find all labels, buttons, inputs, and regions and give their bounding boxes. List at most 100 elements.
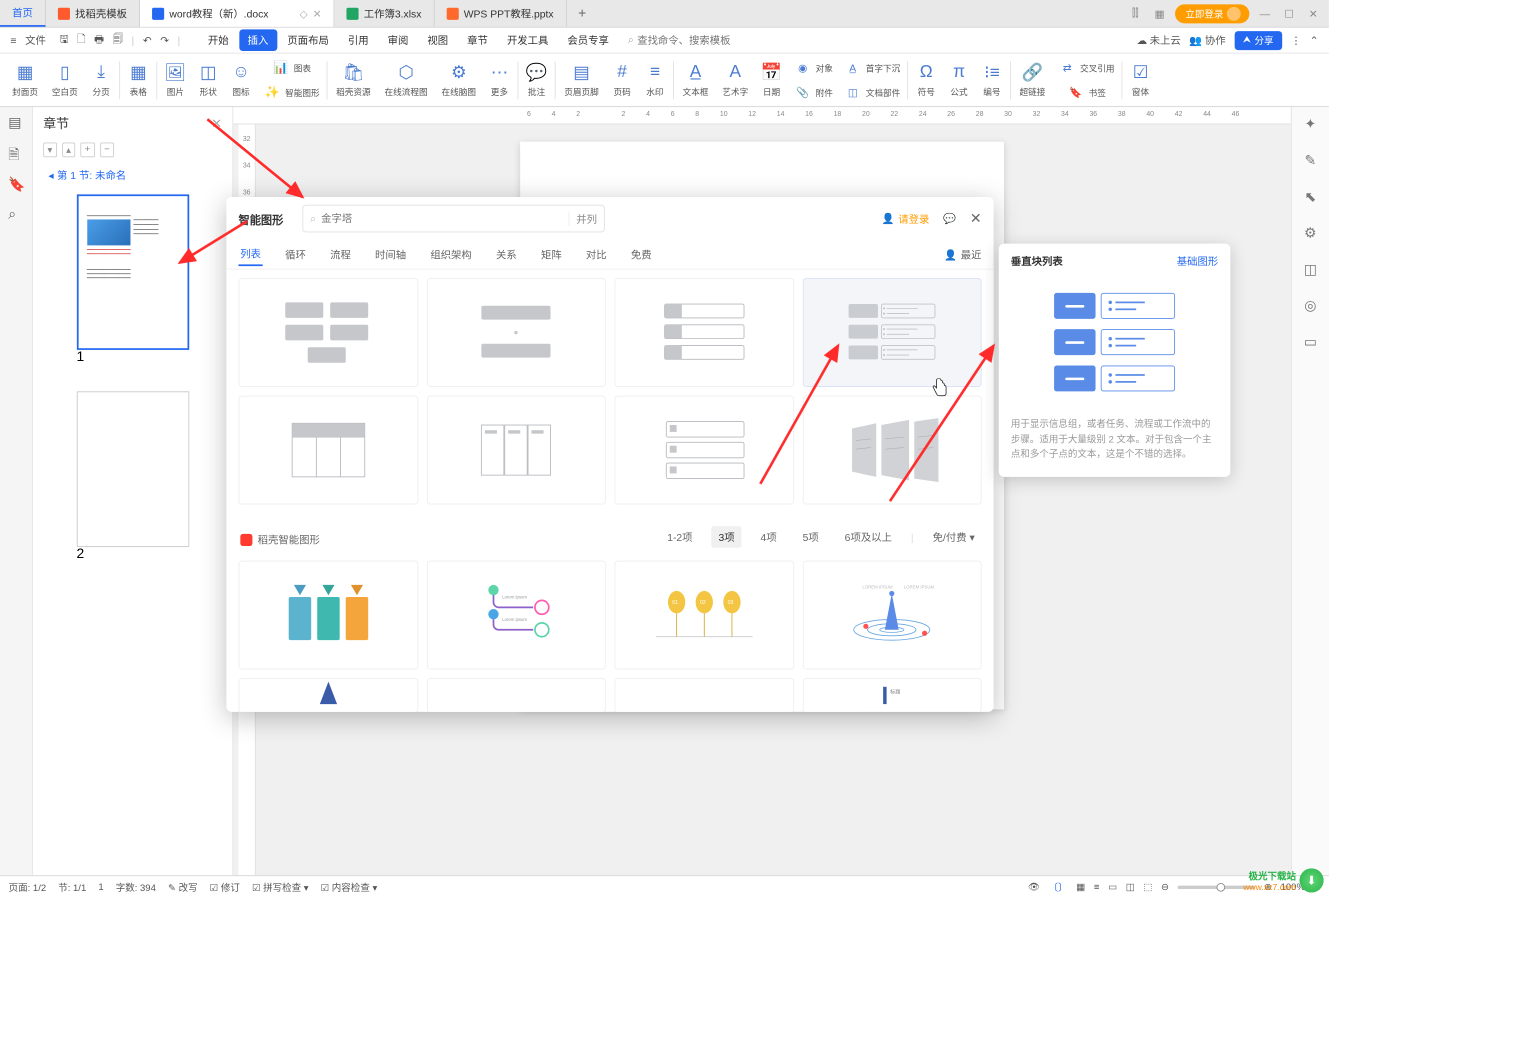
dialog-search[interactable]: ⌕ 并列 [302,205,604,233]
tab-word-doc[interactable]: word教程（新）.docx ◇ ✕ [140,0,334,27]
ribbon-flowchart[interactable]: ⬡在线流程图 [378,56,435,104]
dlgtab-matrix[interactable]: 矩阵 [539,244,563,266]
docer-card-5[interactable] [238,678,417,712]
ribbon-numbering[interactable]: ⁝≡编号 [975,56,1008,104]
menu-file[interactable]: 文件 [22,31,50,49]
ql-save-icon[interactable]: 🖫 [56,29,72,51]
chapter-tool-collapse[interactable]: ▾ [43,143,56,158]
layout-icon[interactable]: ⫿⫿ [1127,5,1144,22]
ribbon-object[interactable]: ◉对象 [788,57,838,79]
tab-close-icon[interactable]: ✕ [313,7,322,19]
share-button[interactable]: ⮝分享 [1234,31,1282,50]
menu-tab-pagelayout[interactable]: 页面布局 [279,29,338,51]
ribbon-pagebreak[interactable]: ⤓分页 [85,56,118,104]
rightrail-location-icon[interactable]: ◎ [1304,297,1316,314]
filter-6plus[interactable]: 6项及以上 [838,526,899,548]
shape-card-3[interactable] [614,278,793,387]
rightrail-pen-icon[interactable]: ✎ [1304,152,1316,169]
menu-tab-chapter[interactable]: 章节 [459,29,497,51]
menu-collapse-icon[interactable]: ⌃ [1310,34,1319,46]
shape-card-1[interactable] [238,278,417,387]
filter-3[interactable]: 3项 [711,526,741,548]
dialog-close-icon[interactable]: ✕ [970,210,982,227]
leftrail-bookmark-icon[interactable]: 🔖 [8,176,24,192]
dialog-chat-icon[interactable]: 💬 [943,213,956,225]
ribbon-attach[interactable]: 📎附件 [788,81,838,103]
status-revision[interactable]: ☑ 修订 [210,880,240,894]
ribbon-quickpart[interactable]: ◫文档部件 [838,81,905,103]
rightrail-layers-icon[interactable]: ◫ [1304,261,1317,278]
status-contentcheck[interactable]: ☑ 内容检查 ▾ [321,880,378,894]
menu-tab-review[interactable]: 审阅 [379,29,417,51]
ribbon-symbol[interactable]: Ω符号 [910,56,943,104]
status-page[interactable]: 页面: 1/2 [9,880,47,894]
docer-card-4[interactable]: LOREM IPSUMLOREM IPSUM [802,561,981,670]
ribbon-pagenum[interactable]: #页码 [606,56,639,104]
filter-1-2[interactable]: 1-2项 [660,526,699,548]
chapter-item-1[interactable]: ◂ 第 1 节: 未命名 [33,162,233,187]
status-view-read[interactable]: ◫ [1126,881,1135,892]
dlgtab-timeline[interactable]: 时间轴 [373,244,408,266]
shape-card-8[interactable] [802,396,981,505]
command-search-input[interactable] [637,34,758,46]
shape-card-5[interactable] [238,396,417,505]
ribbon-more[interactable]: ⋯更多 [483,56,516,104]
ribbon-equation[interactable]: π公式 [943,56,976,104]
docer-card-7[interactable] [614,678,793,712]
dialog-search-type[interactable]: 并列 [568,211,597,226]
rightrail-ai-icon[interactable]: ✦ [1304,116,1316,133]
docer-card-2[interactable]: Lorem ipsumLorem ipsum [426,561,605,670]
leftrail-doc-icon[interactable]: 🗎 [8,145,24,161]
chapter-close-icon[interactable]: ✕ [211,115,222,131]
status-view-outline[interactable]: ≡ [1094,882,1100,892]
dlgtab-compare[interactable]: 对比 [584,244,608,266]
ribbon-table[interactable]: ▦表格 [122,56,155,104]
ribbon-crossref[interactable]: ⇄交叉引用 [1052,57,1119,79]
shape-card-7[interactable] [614,396,793,505]
docer-card-3[interactable]: 010203 [614,561,793,670]
docer-card-8[interactable]: 标题 [802,678,981,712]
dlgtab-cycle[interactable]: 循环 [283,244,307,266]
menu-more-icon[interactable]: ⋮ [1291,34,1301,46]
grid-icon[interactable]: ▦ [1151,5,1168,22]
dlgtab-process[interactable]: 流程 [328,244,352,266]
tab-add-button[interactable]: + [567,0,598,27]
ribbon-coverpage[interactable]: ▦封面页 [5,56,45,104]
dlgtab-relation[interactable]: 关系 [494,244,518,266]
status-words[interactable]: 字数: 394 [116,880,156,894]
status-revise[interactable]: ✎ 改写 [168,880,198,894]
tab-docer[interactable]: 找稻壳模板 [46,0,140,27]
tab-pin-icon[interactable]: ◇ [300,7,308,19]
filter-4[interactable]: 4项 [754,526,784,548]
dialog-search-input[interactable] [321,213,563,225]
shape-card-2[interactable] [426,278,605,387]
status-view-web[interactable]: ▭ [1108,881,1117,892]
shape-card-4-hovered[interactable] [802,278,981,387]
ribbon-hyperlink[interactable]: 🔗超链接 [1013,56,1053,104]
leftrail-outline-icon[interactable]: ▤ [8,114,24,130]
collab-button[interactable]: 👥协作 [1189,33,1225,48]
status-view-page[interactable]: ▦ [1076,881,1085,892]
menu-tab-reference[interactable]: 引用 [339,29,377,51]
ribbon-mindmap[interactable]: ⚙在线脑图 [435,56,483,104]
tab-home[interactable]: 首页 [0,0,46,27]
rightrail-select-icon[interactable]: ⬉ [1304,188,1316,205]
ql-printpreview-icon[interactable]: 🗐 [109,29,126,51]
docer-card-6[interactable] [426,678,605,712]
dlgtab-orgchart[interactable]: 组织架构 [429,244,474,266]
status-bracket-icon[interactable]: 〔〕 [1049,880,1068,894]
horizontal-ruler[interactable]: 6422468101214161820222426283032343638404… [233,107,1291,124]
status-eye-icon[interactable]: 👁 [1028,881,1040,892]
ribbon-form[interactable]: ☑窗体 [1124,56,1157,104]
rightrail-book-icon[interactable]: ▭ [1304,334,1317,351]
chapter-tool-add[interactable]: + [80,143,94,158]
menu-tab-start[interactable]: 开始 [199,29,237,51]
ql-redo-icon[interactable]: ↷ [157,32,173,48]
login-button[interactable]: 立即登录 [1175,4,1249,23]
ribbon-date[interactable]: 📅日期 [755,56,788,104]
filter-5[interactable]: 5项 [796,526,826,548]
dlgtab-recent[interactable]: 👤最近 [944,247,981,262]
chapter-tool-expand[interactable]: ▴ [62,143,75,158]
tab-xlsx[interactable]: 工作簿3.xlsx [334,0,434,27]
menu-hamburger-icon[interactable]: ≡ [7,32,20,48]
